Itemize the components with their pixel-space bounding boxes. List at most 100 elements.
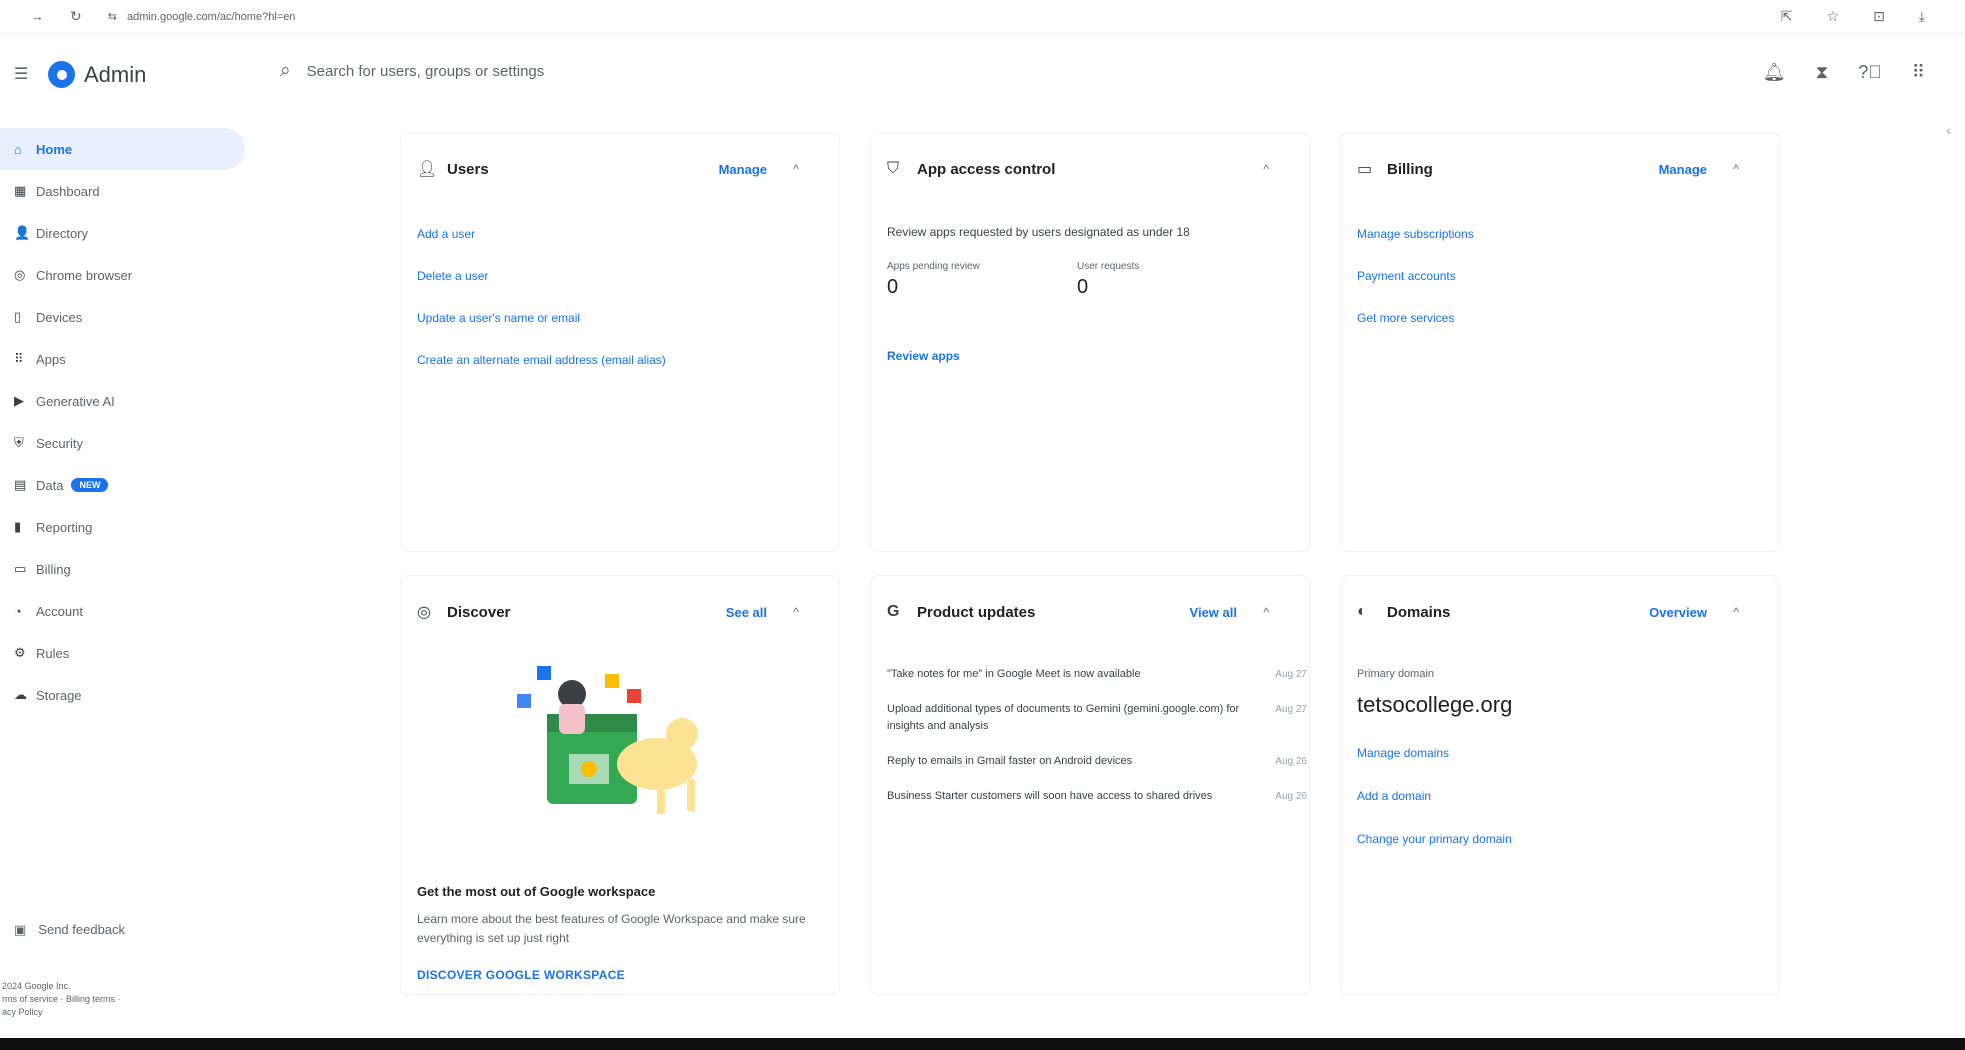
url-text[interactable]: admin.google.com/ac/home?hl=en <box>127 11 295 23</box>
sidebar-item-dashboard[interactable]: ▦ Dashboard <box>0 170 245 212</box>
sidebar-item-label: Account <box>36 603 83 619</box>
domains-card: ◐ Domains Overview ^ Primary domain tets… <box>1340 575 1780 995</box>
sidebar-item-label: Reporting <box>36 519 93 535</box>
sidebar-item-security[interactable]: ⛨ Security <box>0 422 245 464</box>
extensions-icon[interactable]: ⊡ <box>1873 8 1885 25</box>
card-header: ⛉ App access control ^ <box>887 157 1293 181</box>
sidebar-item-devices[interactable]: ▯ Devices <box>0 296 245 338</box>
bookmark-icon[interactable]: ☆ <box>1827 8 1840 25</box>
help-icon[interactable]: ?⃝ <box>1858 62 1882 83</box>
domains-links: Manage domains Add a domain Change your … <box>1357 744 1512 873</box>
storage-icon: ☁ <box>14 687 27 702</box>
delete-user-link[interactable]: Delete a user <box>417 267 666 309</box>
review-apps-link[interactable]: Review apps <box>887 349 960 363</box>
address-bar[interactable] <box>170 6 1690 28</box>
send-feedback-button[interactable]: ▣ Send feedback <box>14 922 125 938</box>
sidebar-item-storage[interactable]: ☁ Storage <box>0 674 245 716</box>
compass-icon: ◎ <box>417 604 431 621</box>
card-title: Billing <box>1387 160 1433 178</box>
globe-icon: ◐ <box>1357 603 1367 620</box>
reload-icon[interactable]: ↻ <box>70 8 82 25</box>
sidebar-item-generative-ai[interactable]: ▶ Generative AI <box>0 380 245 422</box>
discover-workspace-link[interactable]: DISCOVER GOOGLE WORKSPACE <box>417 968 625 982</box>
search-bar[interactable]: ⌕ <box>280 60 907 82</box>
list-item[interactable]: "Take notes for me" in Google Meet is no… <box>887 666 1307 683</box>
view-all-link[interactable]: View all <box>1190 605 1237 620</box>
collapse-chevron-icon[interactable]: ^ <box>1263 162 1269 176</box>
see-all-link[interactable]: See all <box>726 605 767 620</box>
data-icon: ▤ <box>14 477 27 492</box>
manage-subscriptions-link[interactable]: Manage subscriptions <box>1357 225 1474 267</box>
update-text[interactable]: Upload additional types of documents to … <box>887 701 1257 735</box>
site-info-icon[interactable]: ⇆ <box>108 10 117 23</box>
share-icon[interactable]: ⇱ <box>1781 8 1793 25</box>
browser-actions: ⇱ ☆ ⊡ ⤓ <box>1781 8 1925 25</box>
list-item[interactable]: Reply to emails in Gmail faster on Andro… <box>887 753 1307 770</box>
card-title: Discover <box>447 603 511 621</box>
sidebar-item-account[interactable]: ◔ Account <box>0 590 245 632</box>
add-user-link[interactable]: Add a user <box>417 225 666 267</box>
download-icon[interactable]: ⤓ <box>1919 8 1925 25</box>
sidebar-item-billing[interactable]: ▭ Billing <box>0 548 245 590</box>
manage-domains-link[interactable]: Manage domains <box>1357 744 1512 787</box>
card-header: ▭ Billing Manage ^ <box>1357 157 1763 181</box>
collapse-panel-icon[interactable]: ‹ <box>1946 122 1951 138</box>
collapse-chevron-icon[interactable]: ^ <box>1263 605 1269 619</box>
update-text[interactable]: Business Starter customers will soon hav… <box>887 788 1257 805</box>
get-more-services-link[interactable]: Get more services <box>1357 309 1474 351</box>
hourglass-icon[interactable]: ⧗ <box>1816 62 1829 83</box>
update-text[interactable]: "Take notes for me" in Google Meet is no… <box>887 666 1257 683</box>
manage-billing-link[interactable]: Manage <box>1659 162 1707 177</box>
sidebar-item-directory[interactable]: 👤 Directory <box>0 212 245 254</box>
collapse-chevron-icon[interactable]: ^ <box>793 162 799 176</box>
sidebar-item-label: Home <box>36 141 73 157</box>
sidebar-item-rules[interactable]: ⚙ Rules <box>0 632 245 674</box>
menu-icon[interactable]: ☰ <box>14 64 28 84</box>
sidebar-item-label: Chrome browser <box>36 267 133 283</box>
card-header: ◐ Domains Overview ^ <box>1357 600 1763 624</box>
credit-card-icon: ▭ <box>1357 161 1373 178</box>
terms-links[interactable]: rms of service · Billing terms · <box>2 993 121 1006</box>
header-actions: 🔔︎ ⧗ ?⃝ ⠿ <box>1763 62 1925 83</box>
copyright-text: 2024 Google Inc. <box>2 981 71 991</box>
search-input[interactable] <box>306 62 907 80</box>
update-date: Aug 26 <box>1275 791 1307 802</box>
bell-icon[interactable]: 🔔︎ <box>1763 62 1786 83</box>
app-title[interactable]: Admin <box>84 62 146 88</box>
update-text[interactable]: Reply to emails in Gmail faster on Andro… <box>887 753 1257 770</box>
apps-grid-icon[interactable]: ⠿ <box>1912 62 1925 83</box>
users-links: Add a user Delete a user Update a user's… <box>417 225 666 393</box>
forward-icon[interactable]: → <box>30 8 44 25</box>
url-field[interactable]: ⇆ admin.google.com/ac/home?hl=en <box>108 10 296 24</box>
overview-link[interactable]: Overview <box>1649 605 1707 620</box>
sidebar-item-chrome-browser[interactable]: ◎ Chrome browser <box>0 254 245 296</box>
search-icon[interactable]: ⌕ <box>280 60 291 82</box>
browser-nav: → ↻ <box>30 8 82 25</box>
sidebar-item-data[interactable]: ▤ Data NEW <box>0 464 245 506</box>
change-primary-domain-link[interactable]: Change your primary domain <box>1357 830 1512 873</box>
collapse-chevron-icon[interactable]: ^ <box>1733 605 1739 619</box>
admin-logo[interactable] <box>48 61 75 88</box>
sidebar-item-label: Dashboard <box>36 183 100 199</box>
sidebar-item-home[interactable]: ⌂ Home <box>0 128 245 170</box>
taskbar <box>0 1038 1965 1050</box>
manage-users-link[interactable]: Manage <box>719 162 767 177</box>
collapse-chevron-icon[interactable]: ^ <box>793 605 799 619</box>
apps-pending-stat: Apps pending review 0 <box>887 261 980 299</box>
sidebar-item-reporting[interactable]: ▮ Reporting <box>0 506 245 548</box>
privacy-link[interactable]: acy Policy <box>2 1006 121 1019</box>
add-domain-link[interactable]: Add a domain <box>1357 787 1512 830</box>
sidebar-item-apps[interactable]: ⠿ Apps <box>0 338 245 380</box>
collapse-chevron-icon[interactable]: ^ <box>1733 162 1739 176</box>
list-item[interactable]: Business Starter customers will soon hav… <box>887 788 1307 805</box>
email-alias-link[interactable]: Create an alternate email address (email… <box>417 351 666 393</box>
payment-accounts-link[interactable]: Payment accounts <box>1357 267 1474 309</box>
new-badge: NEW <box>71 478 109 492</box>
google-g-icon: G <box>887 603 900 620</box>
stat-value: 0 <box>1077 276 1089 298</box>
updates-list: "Take notes for me" in Google Meet is no… <box>887 666 1307 823</box>
app-access-description: Review apps requested by users designate… <box>887 225 1190 239</box>
update-user-link[interactable]: Update a user's name or email <box>417 309 666 351</box>
list-item[interactable]: Upload additional types of documents to … <box>887 701 1307 735</box>
sidebar-item-label: Security <box>36 435 83 451</box>
